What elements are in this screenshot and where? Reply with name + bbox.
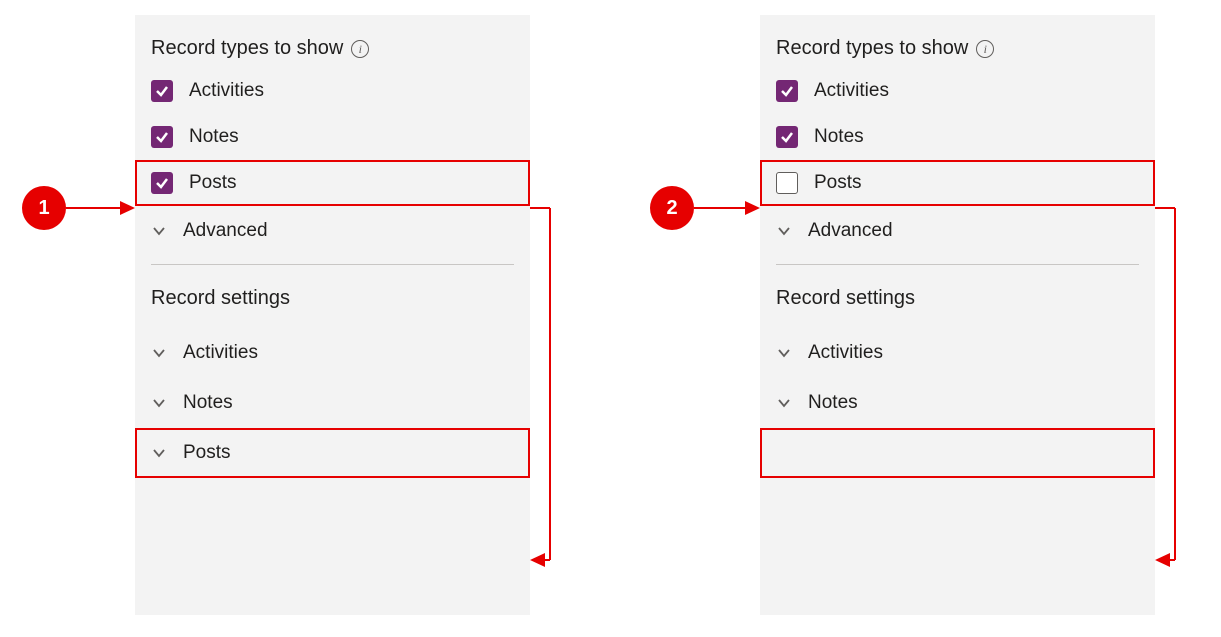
section-heading: Record types to show [776, 37, 968, 60]
chevron-down-icon [151, 223, 167, 239]
checkbox-row-notes[interactable]: Notes [760, 114, 1155, 160]
expander-advanced[interactable]: Advanced [135, 206, 530, 256]
checkbox-label: Posts [189, 172, 237, 194]
settings-row-activities[interactable]: Activities [760, 328, 1155, 378]
chevron-down-icon [151, 345, 167, 361]
settings-label: Notes [183, 392, 233, 414]
settings-label: Activities [808, 342, 883, 364]
checkbox-label: Notes [814, 126, 864, 148]
settings-row-posts[interactable]: Posts [135, 428, 530, 478]
checkbox-label: Activities [814, 80, 889, 102]
checkbox-row-activities[interactable]: Activities [135, 68, 530, 114]
chevron-down-icon [151, 395, 167, 411]
settings-row-activities[interactable]: Activities [135, 328, 530, 378]
checkbox-label: Posts [814, 172, 862, 194]
settings-row-posts-empty [760, 428, 1155, 478]
checkbox-posts[interactable] [151, 172, 173, 194]
divider [776, 264, 1139, 265]
chevron-down-icon [776, 395, 792, 411]
settings-label: Notes [808, 392, 858, 414]
section-heading-row: Record types to show i [760, 15, 1155, 68]
section-heading-row: Record types to show i [135, 15, 530, 68]
section-heading: Record types to show [151, 37, 343, 60]
subheading-record-settings: Record settings [135, 273, 530, 328]
checkbox-posts[interactable] [776, 172, 798, 194]
checkbox-label: Notes [189, 126, 239, 148]
checkbox-activities[interactable] [776, 80, 798, 102]
checkbox-row-notes[interactable]: Notes [135, 114, 530, 160]
checkbox-notes[interactable] [151, 126, 173, 148]
settings-row-notes[interactable]: Notes [760, 378, 1155, 428]
checkbox-row-posts[interactable]: Posts [135, 160, 530, 206]
settings-row-notes[interactable]: Notes [135, 378, 530, 428]
info-icon[interactable]: i [976, 40, 994, 58]
info-icon[interactable]: i [351, 40, 369, 58]
settings-label: Posts [183, 442, 231, 464]
checkbox-row-activities[interactable]: Activities [760, 68, 1155, 114]
chevron-down-icon [776, 345, 792, 361]
divider [151, 264, 514, 265]
settings-label: Activities [183, 342, 258, 364]
chevron-down-icon [776, 223, 792, 239]
callout-badge-1: 1 [22, 186, 66, 230]
chevron-down-icon [151, 445, 167, 461]
expander-advanced[interactable]: Advanced [760, 206, 1155, 256]
checkbox-row-posts[interactable]: Posts [760, 160, 1155, 206]
panel-after: Record types to show i Activities Notes … [760, 15, 1155, 615]
expander-label: Advanced [808, 220, 893, 242]
expander-label: Advanced [183, 220, 268, 242]
panel-before: Record types to show i Activities Notes … [135, 15, 530, 615]
subheading-record-settings: Record settings [760, 273, 1155, 328]
callout-badge-2: 2 [650, 186, 694, 230]
checkbox-label: Activities [189, 80, 264, 102]
checkbox-notes[interactable] [776, 126, 798, 148]
checkbox-activities[interactable] [151, 80, 173, 102]
